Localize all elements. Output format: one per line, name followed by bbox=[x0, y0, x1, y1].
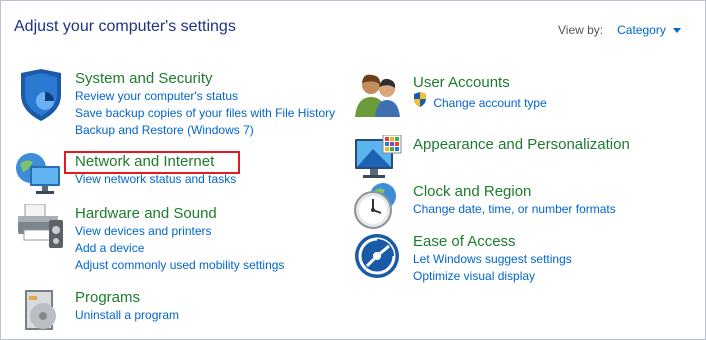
view-by-control: View by: Category bbox=[558, 23, 681, 37]
link-review-status[interactable]: Review your computer's status bbox=[75, 88, 335, 105]
printer-icon[interactable] bbox=[15, 203, 67, 256]
category-title-ease-of-access[interactable]: Ease of Access bbox=[413, 232, 572, 251]
chevron-down-icon[interactable] bbox=[672, 28, 681, 33]
category-text: Programs Uninstall a program bbox=[75, 288, 179, 324]
category-text: System and Security Review your computer… bbox=[75, 69, 335, 139]
link-date-time-formats[interactable]: Change date, time, or number formats bbox=[413, 201, 616, 218]
category-text: Ease of Access Let Windows suggest setti… bbox=[413, 232, 572, 285]
view-by-label: View by: bbox=[558, 23, 604, 37]
uac-shield-icon bbox=[414, 92, 426, 107]
link-add-device[interactable]: Add a device bbox=[75, 240, 284, 257]
category-title-clock-region[interactable]: Clock and Region bbox=[413, 182, 616, 201]
programs-icon[interactable] bbox=[15, 288, 67, 340]
link-suggest-settings[interactable]: Let Windows suggest settings bbox=[413, 251, 572, 268]
category-text: Clock and Region Change date, time, or n… bbox=[413, 182, 616, 218]
view-by-dropdown[interactable]: Category bbox=[617, 23, 666, 37]
category-title-hardware-sound[interactable]: Hardware and Sound bbox=[75, 204, 284, 223]
category-title-system-security[interactable]: System and Security bbox=[75, 69, 335, 88]
link-change-account-type[interactable]: Change account type bbox=[413, 92, 547, 112]
clock-globe-icon[interactable] bbox=[353, 182, 405, 234]
highlight-box bbox=[64, 151, 240, 174]
globe-network-icon[interactable] bbox=[15, 152, 67, 204]
link-optimize-display[interactable]: Optimize visual display bbox=[413, 268, 572, 285]
link-devices-printers[interactable]: View devices and printers bbox=[75, 223, 284, 240]
shield-icon[interactable] bbox=[15, 69, 67, 121]
link-backup-restore[interactable]: Backup and Restore (Windows 7) bbox=[75, 122, 335, 139]
link-change-account-type-label: Change account type bbox=[433, 96, 547, 110]
category-title-programs[interactable]: Programs bbox=[75, 288, 179, 307]
page-title: Adjust your computer's settings bbox=[14, 18, 236, 35]
ease-of-access-icon[interactable] bbox=[353, 232, 405, 284]
link-mobility-settings[interactable]: Adjust commonly used mobility settings bbox=[75, 257, 284, 274]
monitor-icon[interactable] bbox=[353, 134, 405, 187]
category-text: Hardware and Sound View devices and prin… bbox=[75, 204, 284, 274]
control-panel-window: Adjust your computer's settings View by:… bbox=[0, 0, 706, 340]
category-title-user-accounts[interactable]: User Accounts bbox=[413, 73, 547, 92]
category-title-appearance[interactable]: Appearance and Personalization bbox=[413, 135, 630, 154]
link-uninstall-program[interactable]: Uninstall a program bbox=[75, 307, 179, 324]
category-text: User Accounts Change account type bbox=[413, 73, 547, 112]
users-icon[interactable] bbox=[353, 73, 405, 125]
link-file-history[interactable]: Save backup copies of your files with Fi… bbox=[75, 105, 335, 122]
category-text: Appearance and Personalization bbox=[413, 135, 630, 154]
